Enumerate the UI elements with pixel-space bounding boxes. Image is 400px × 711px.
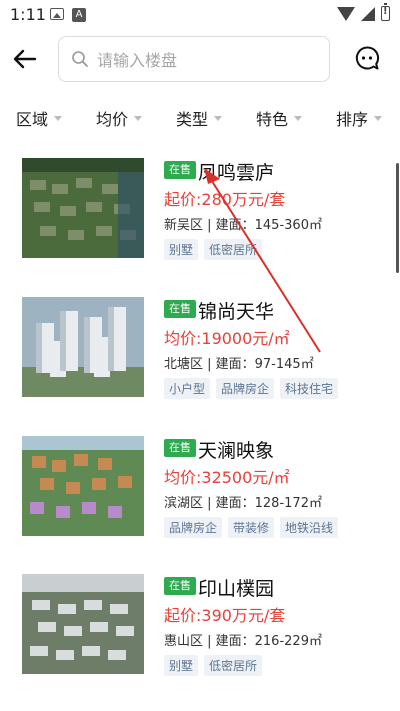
listing-thumbnail — [22, 436, 144, 536]
filter-sort[interactable]: 排序 — [336, 106, 383, 130]
listing-price: 起价:390万元/套 — [164, 606, 286, 625]
filter-feature[interactable]: 特色 — [256, 106, 303, 130]
tag-list: 别墅 低密居所 — [164, 655, 263, 676]
filter-type[interactable]: 类型 — [176, 106, 223, 130]
search-input[interactable] — [95, 37, 319, 83]
tag: 别墅 — [164, 655, 199, 676]
status-bar: 1:11 A — [0, 0, 400, 30]
arrow-left-icon[interactable] — [12, 46, 38, 72]
listing-thumbnail — [22, 574, 144, 674]
listing-meta: 新吴区 | 建面：145-360㎡ — [164, 218, 322, 233]
search-box[interactable] — [58, 36, 330, 83]
image-notification-icon — [50, 8, 64, 20]
listing-meta: 惠山区 | 建面：216-229㎡ — [164, 634, 322, 649]
tag: 别墅 — [164, 239, 199, 260]
scrollbar[interactable] — [396, 163, 399, 273]
tag-list: 别墅 低密居所 — [164, 239, 263, 260]
status-badge: 在售 — [164, 161, 196, 179]
listing-meta: 北塘区 | 建面：97-145㎡ — [164, 357, 314, 372]
signal-icon — [361, 6, 375, 21]
listing-name: 锦尚天华 — [198, 301, 275, 323]
top-bar — [0, 30, 400, 90]
listing-name: 天澜映象 — [198, 440, 275, 462]
listing-meta: 滨湖区 | 建面：128-172㎡ — [164, 496, 322, 511]
filter-avg-price[interactable]: 均价 — [96, 106, 143, 130]
caret-down-icon — [374, 115, 383, 121]
listing-price: 均价:19000元/㎡ — [164, 329, 290, 348]
search-icon — [72, 51, 88, 67]
status-badge: 在售 — [164, 300, 196, 318]
status-badge: 在售 — [164, 577, 196, 595]
a-notification-icon: A — [72, 8, 86, 22]
tag: 低密居所 — [204, 239, 263, 260]
caret-down-icon — [214, 115, 223, 121]
listing-item[interactable]: 在售 凤鸣雲庐 起价:280万元/套 新吴区 | 建面：145-360㎡ 别墅 … — [0, 158, 380, 286]
listing-name: 凤鸣雲庐 — [198, 162, 275, 184]
wifi-icon — [337, 6, 355, 21]
tag: 小户型 — [164, 378, 211, 399]
listing-name: 印山樸园 — [198, 578, 275, 600]
tag: 品牌房企 — [164, 517, 223, 538]
tag: 地铁沿线 — [280, 517, 339, 538]
listing-item[interactable]: 在售 天澜映象 均价:32500元/㎡ 滨湖区 | 建面：128-172㎡ 品牌… — [0, 436, 380, 564]
tag: 品牌房企 — [216, 378, 275, 399]
listing-item[interactable]: 在售 锦尚天华 均价:19000元/㎡ 北塘区 | 建面：97-145㎡ 小户型… — [0, 297, 380, 425]
tag-list: 品牌房企 带装修 地铁沿线 — [164, 517, 339, 538]
filter-bar: 区域 均价 类型 特色 排序 — [0, 100, 400, 134]
caret-down-icon — [54, 115, 63, 121]
tag-list: 小户型 品牌房企 科技住宅 — [164, 378, 339, 399]
listing-price: 均价:32500元/㎡ — [164, 468, 290, 487]
tag: 科技住宅 — [280, 378, 339, 399]
listing-item[interactable]: 在售 印山樸园 起价:390万元/套 惠山区 | 建面：216-229㎡ 别墅 … — [0, 574, 380, 702]
listing-thumbnail — [22, 297, 144, 397]
listing-price: 起价:280万元/套 — [164, 190, 286, 209]
chat-bubble-icon[interactable] — [354, 45, 380, 71]
battery-alert-icon — [381, 3, 390, 21]
filter-region[interactable]: 区域 — [16, 106, 63, 130]
tag: 带装修 — [228, 517, 275, 538]
tag: 低密居所 — [204, 655, 263, 676]
listing-thumbnail — [22, 158, 144, 258]
caret-down-icon — [134, 115, 143, 121]
caret-down-icon — [294, 115, 303, 121]
status-badge: 在售 — [164, 439, 196, 457]
status-time: 1:11 — [10, 5, 46, 24]
